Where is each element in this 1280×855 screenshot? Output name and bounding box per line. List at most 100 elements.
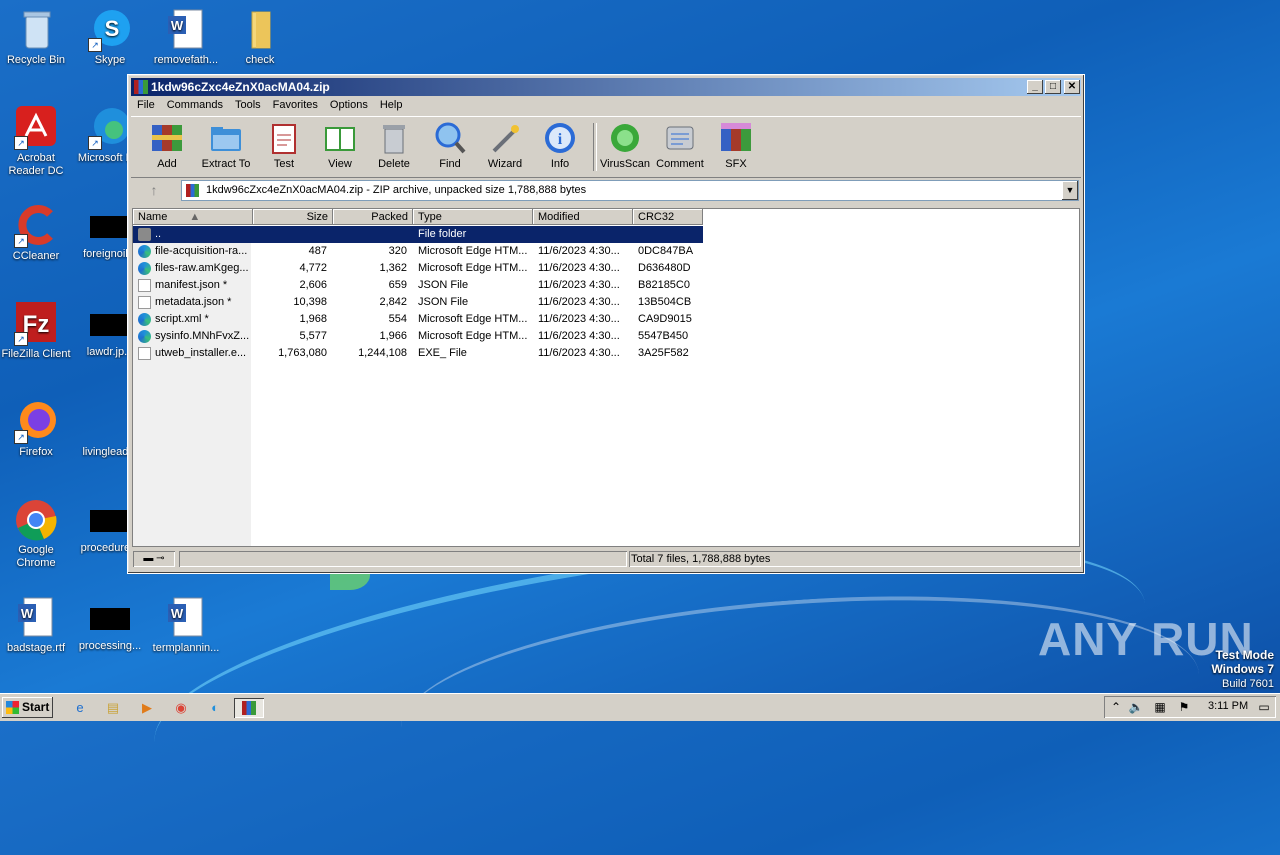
up-folder-button[interactable]: ↑ bbox=[135, 182, 173, 200]
word-document-icon: W bbox=[164, 596, 208, 640]
column-header-modified[interactable]: Modified bbox=[533, 209, 633, 225]
svg-text:W: W bbox=[21, 606, 34, 621]
close-button[interactable]: ✕ bbox=[1064, 80, 1080, 94]
find-button[interactable]: Find bbox=[421, 121, 479, 170]
desktop-icon-termplanning[interactable]: W termplannin... bbox=[148, 596, 224, 655]
file-explorer-icon[interactable]: ▤ bbox=[103, 698, 123, 718]
table-row[interactable]: manifest.json * 2,606 659 JSON File 11/6/202… bbox=[133, 277, 703, 294]
menu-commands[interactable]: Commands bbox=[161, 97, 229, 113]
desktop-icon-ccleaner[interactable]: ↗ CCleaner bbox=[0, 204, 74, 263]
desktop-icon-acrobat[interactable]: ↗ Acrobat Reader DC bbox=[0, 106, 74, 178]
table-row[interactable]: utweb_installer.e... 1,763,080 1,244,108 EX… bbox=[133, 345, 703, 362]
table-row[interactable]: script.xml * 1,968 554 Microsoft Edge HTM..… bbox=[133, 311, 703, 328]
volume-icon[interactable]: 🔈 bbox=[1128, 699, 1144, 715]
info-button[interactable]: i Info bbox=[531, 121, 589, 170]
edge-taskbar-icon[interactable]: ◐ bbox=[205, 698, 225, 718]
menu-favorites[interactable]: Favorites bbox=[267, 97, 324, 113]
desktop-icon-filezilla[interactable]: Fz ↗ FileZilla Client bbox=[0, 302, 74, 361]
cell-modified: 11/6/2023 4:30... bbox=[538, 279, 620, 291]
redacted-thumbnail bbox=[90, 510, 130, 532]
menu-help[interactable]: Help bbox=[374, 97, 409, 113]
cell-size: 1,968 bbox=[299, 313, 327, 325]
show-desktop-button[interactable]: ▭ bbox=[1256, 699, 1272, 715]
cell-packed: 2,842 bbox=[379, 296, 407, 308]
filezilla-icon: Fz ↗ bbox=[14, 302, 58, 346]
file-list[interactable]: Name ▲ Size Packed Type Modified CRC32 ..… bbox=[132, 208, 1080, 547]
cell-type: EXE_ File bbox=[418, 347, 467, 359]
delete-button[interactable]: Delete bbox=[365, 121, 423, 170]
test-button[interactable]: Test bbox=[255, 121, 313, 170]
wizard-button[interactable]: Wizard bbox=[476, 121, 534, 170]
virusscan-button[interactable]: VirusScan bbox=[596, 121, 654, 170]
cell-packed: 1,244,108 bbox=[358, 347, 407, 359]
chrome-taskbar-icon[interactable]: ◉ bbox=[171, 698, 191, 718]
cell-size: 1,763,080 bbox=[278, 347, 327, 359]
winrar-window[interactable]: 1kdw96cZxc4eZnX0acMA04.zip _ □ ✕ File Com… bbox=[127, 74, 1085, 574]
menu-tools[interactable]: Tools bbox=[229, 97, 267, 113]
address-text: 1kdw96cZxc4eZnX0acMA04.zip - ZIP archive… bbox=[206, 184, 587, 196]
clock[interactable]: 3:11 PM bbox=[1208, 700, 1248, 712]
column-header-crc32[interactable]: CRC32 bbox=[633, 209, 703, 225]
recycle-bin-icon bbox=[14, 8, 58, 52]
desktop-icon-firefox[interactable]: ↗ Firefox bbox=[0, 400, 74, 459]
menu-file[interactable]: File bbox=[131, 97, 161, 113]
address-dropdown-button[interactable]: ▼ bbox=[1062, 181, 1078, 200]
add-button[interactable]: Add bbox=[138, 121, 196, 170]
cell-crc: 3A25F582 bbox=[638, 347, 689, 359]
show-hidden-icons-button[interactable]: ⌃ bbox=[1108, 699, 1124, 715]
desktop-icon-google-chrome[interactable]: Google Chrome bbox=[0, 498, 74, 570]
sort-ascending-icon: ▲ bbox=[189, 211, 201, 223]
cell-crc: 5547B450 bbox=[638, 330, 689, 342]
extract-to-button[interactable]: Extract To bbox=[197, 121, 255, 170]
trash-icon bbox=[377, 121, 411, 155]
start-button[interactable]: Start bbox=[2, 697, 53, 718]
table-row[interactable]: sysinfo.MNhFvxZ... 5,577 1,966 Microsoft Ed… bbox=[133, 328, 703, 345]
cell-size: 487 bbox=[308, 245, 327, 257]
build-text: Build 7601 bbox=[1222, 678, 1274, 690]
network-icon[interactable]: ▦ bbox=[1152, 699, 1168, 715]
column-header-size[interactable]: Size bbox=[253, 209, 333, 225]
taskbar: Start e ▤ ▶ ◉ ◐ ⌃ 🔈 ▦ ⚑ 3:11 PM ▭ bbox=[0, 693, 1280, 721]
internet-explorer-icon[interactable]: e bbox=[70, 698, 90, 718]
column-header-name[interactable]: Name ▲ bbox=[133, 209, 253, 225]
table-row[interactable]: .. File folder bbox=[133, 226, 703, 243]
svg-text:i: i bbox=[558, 131, 563, 148]
comment-button[interactable]: Comment bbox=[651, 121, 709, 170]
view-button[interactable]: View bbox=[311, 121, 369, 170]
test-clipboard-icon bbox=[267, 121, 301, 155]
shortcut-arrow-icon: ↗ bbox=[88, 38, 102, 52]
table-row[interactable]: files-raw.amKgeg... 4,772 1,362 Microsoft E… bbox=[133, 260, 703, 277]
window-titlebar[interactable]: 1kdw96cZxc4eZnX0acMA04.zip _ □ ✕ bbox=[131, 78, 1081, 96]
table-row[interactable]: file-acquisition-ra... 487 320 Microsoft Ed… bbox=[133, 243, 703, 260]
table-row[interactable]: metadata.json * 10,398 2,842 JSON File 11/6/… bbox=[133, 294, 703, 311]
address-field[interactable]: 1kdw96cZxc4eZnX0acMA04.zip - ZIP archive… bbox=[181, 180, 1079, 201]
winrar-taskbar-button[interactable] bbox=[234, 698, 264, 718]
cell-type: Microsoft Edge HTM... bbox=[418, 313, 528, 325]
windows-logo-icon bbox=[6, 701, 19, 714]
desktop-icon-check[interactable]: check bbox=[222, 8, 298, 67]
desktop-icon-removefath[interactable]: W removefath... bbox=[148, 8, 224, 67]
cell-packed: 1,966 bbox=[379, 330, 407, 342]
redacted-thumbnail bbox=[90, 608, 130, 630]
desktop-icon-badstage[interactable]: W badstage.rtf bbox=[0, 596, 74, 655]
ccleaner-icon: ↗ bbox=[14, 204, 58, 248]
column-header-packed[interactable]: Packed bbox=[333, 209, 413, 225]
minimize-button[interactable]: _ bbox=[1027, 80, 1043, 94]
drive-icon[interactable]: ▬ ⊸ bbox=[133, 551, 175, 567]
desktop-icon-skype[interactable]: S ↗ Skype bbox=[72, 8, 148, 67]
media-player-icon[interactable]: ▶ bbox=[137, 698, 157, 718]
chrome-icon bbox=[14, 498, 58, 542]
edge-file-icon bbox=[138, 330, 151, 343]
desktop-icon-recycle-bin[interactable]: Recycle Bin bbox=[0, 8, 74, 67]
redacted-thumbnail bbox=[90, 314, 130, 336]
cell-packed: 554 bbox=[388, 313, 407, 325]
sfx-button[interactable]: SFX bbox=[707, 121, 765, 170]
column-header-type[interactable]: Type bbox=[413, 209, 533, 225]
menu-options[interactable]: Options bbox=[324, 97, 374, 113]
cell-type: File folder bbox=[418, 228, 467, 240]
desktop-icon-processing[interactable]: processing... bbox=[72, 596, 148, 653]
cell-name: files-raw.amKgeg... bbox=[155, 262, 249, 274]
maximize-button[interactable]: □ bbox=[1045, 80, 1061, 94]
action-center-flag-icon[interactable]: ⚑ bbox=[1176, 699, 1192, 715]
shortcut-arrow-icon: ↗ bbox=[14, 136, 28, 150]
